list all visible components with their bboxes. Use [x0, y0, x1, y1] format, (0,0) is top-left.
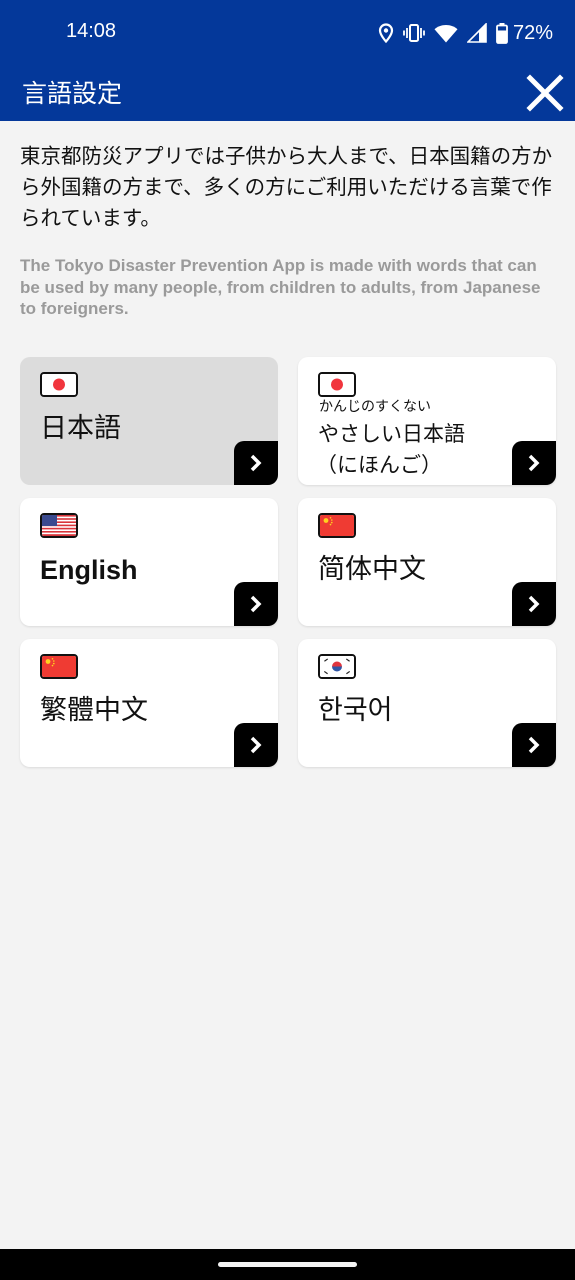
language-label: 简体中文: [318, 554, 426, 585]
app-header: 言語設定: [0, 66, 575, 121]
china-flag-icon: [318, 513, 356, 538]
status-time: 14:08: [66, 20, 117, 42]
navigation-bar: [0, 1249, 575, 1280]
japan-flag-icon: [318, 372, 356, 397]
arrow-button[interactable]: [512, 723, 556, 767]
chevron-right-icon: [528, 595, 540, 613]
language-card-japanese[interactable]: 日本語: [20, 357, 278, 485]
status-bar: 14:08 72%: [0, 0, 575, 66]
language-label-reading: （にほんご）: [316, 453, 442, 477]
language-label: English: [40, 555, 138, 585]
close-icon: [526, 74, 564, 112]
close-button[interactable]: [524, 72, 566, 114]
intro-japanese: 東京都防災アプリでは子供から大人まで、日本国籍の方から外国籍の方まで、多くの方に…: [20, 144, 553, 230]
language-card-simplified-chinese[interactable]: 简体中文: [298, 498, 556, 626]
arrow-button[interactable]: [234, 582, 278, 626]
intro-english: The Tokyo Disaster Prevention App is mad…: [20, 256, 541, 318]
language-label: 繁體中文: [40, 695, 148, 726]
chevron-right-icon: [528, 454, 540, 472]
chevron-right-icon: [250, 595, 262, 613]
chevron-right-icon: [250, 736, 262, 754]
japan-flag-icon: [40, 372, 78, 397]
arrow-button[interactable]: [234, 441, 278, 485]
language-label: 한국어: [318, 695, 393, 726]
language-label: 日本語: [40, 413, 121, 444]
language-card-english[interactable]: English: [20, 498, 278, 626]
vibrate-icon: [403, 23, 425, 43]
language-card-korean[interactable]: 한국어: [298, 639, 556, 767]
usa-flag-icon: [40, 513, 78, 538]
china-flag-icon: [40, 654, 78, 679]
arrow-button[interactable]: [512, 441, 556, 485]
location-icon: [378, 23, 394, 43]
language-card-traditional-chinese[interactable]: 繁體中文: [20, 639, 278, 767]
home-indicator[interactable]: [218, 1262, 357, 1267]
korea-flag-icon: [318, 654, 356, 679]
wifi-icon: [434, 24, 458, 43]
status-icons: 72%: [378, 18, 553, 48]
arrow-button[interactable]: [234, 723, 278, 767]
page-title: 言語設定: [22, 79, 123, 108]
battery-icon: [496, 22, 508, 44]
chevron-right-icon: [250, 454, 262, 472]
battery-percentage: 72%: [512, 21, 553, 44]
arrow-button[interactable]: [512, 582, 556, 626]
language-card-easy-japanese[interactable]: かんじのすくない やさしい日本語 （にほんご）: [298, 357, 556, 485]
language-label: やさしい日本語: [318, 422, 465, 446]
chevron-right-icon: [528, 736, 540, 754]
signal-icon: [466, 23, 487, 43]
language-ruby: かんじのすくない: [319, 399, 431, 415]
